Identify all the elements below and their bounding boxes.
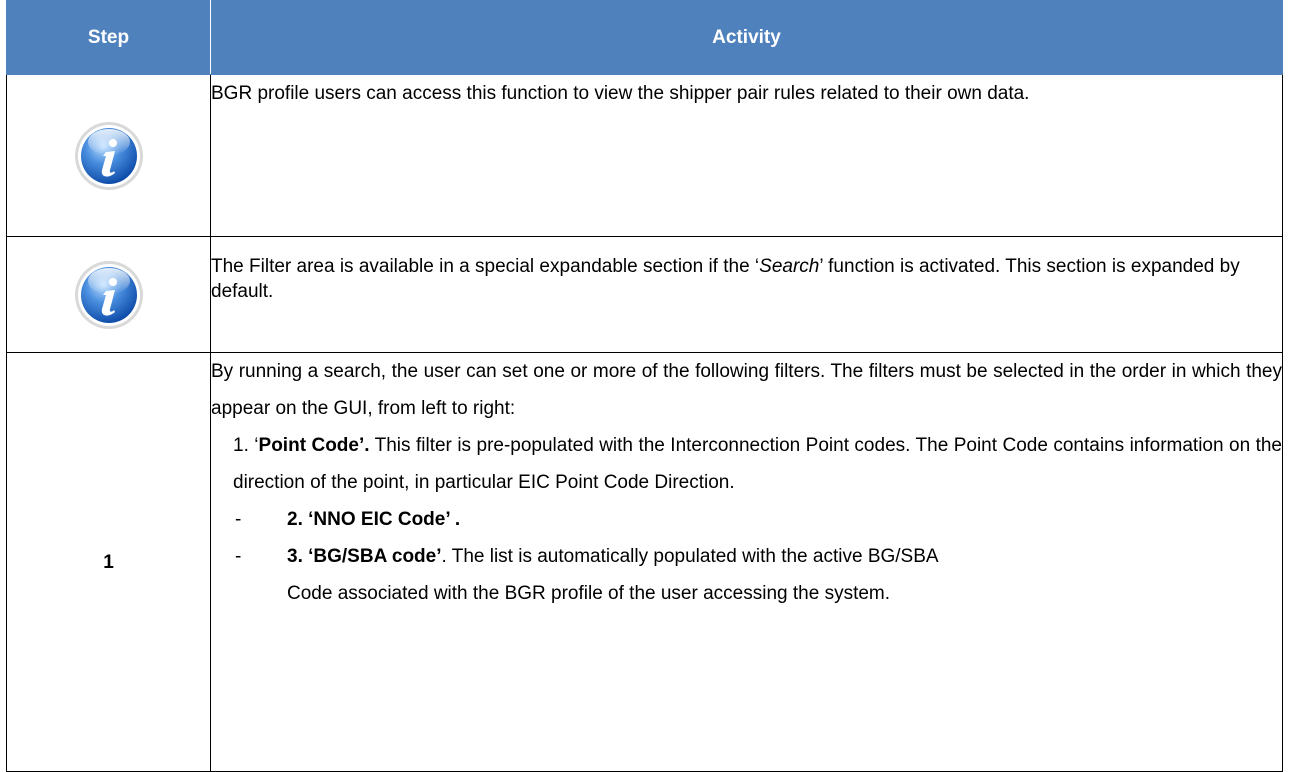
step-cell [6,236,211,353]
table-header-row: Step Activity [6,0,1283,75]
table-row: The Filter area is available in a specia… [6,236,1283,353]
activity-text: The Filter area is available in a specia… [211,256,1240,302]
info-icon [73,120,145,192]
column-header-step: Step [6,0,211,75]
activity-intro: By running a search, the user can set on… [211,361,1282,419]
table-row: BGR profile users can access this functi… [6,74,1283,237]
steps-table: Step Activity BGR profile users can acce… [6,0,1283,772]
filter-bg-sba-code-continued: Code associated with the BGR profile of … [287,583,891,604]
activity-text: BGR profile users can access this functi… [211,83,1030,104]
search-keyword: Search [759,256,820,277]
activity-cell: By running a search, the user can set on… [210,352,1283,772]
activity-cell: The Filter area is available in a specia… [210,236,1283,353]
filter-nno-eic-code: -2. ‘NNO EIC Code’ . [235,509,461,530]
step-cell [6,74,211,237]
info-icon [73,259,145,331]
step-number: 1 [103,551,114,573]
column-header-activity: Activity [210,0,1283,75]
filter-point-code: 1. ‘Point Code’. This filter is pre-popu… [233,435,1282,493]
step-cell: 1 [6,352,211,772]
table-row: 1 By running a search, the user can set … [6,352,1283,772]
filter-bg-sba-code: -3. ‘BG/SBA code’. The list is automatic… [235,546,939,567]
activity-cell: BGR profile users can access this functi… [210,74,1283,237]
